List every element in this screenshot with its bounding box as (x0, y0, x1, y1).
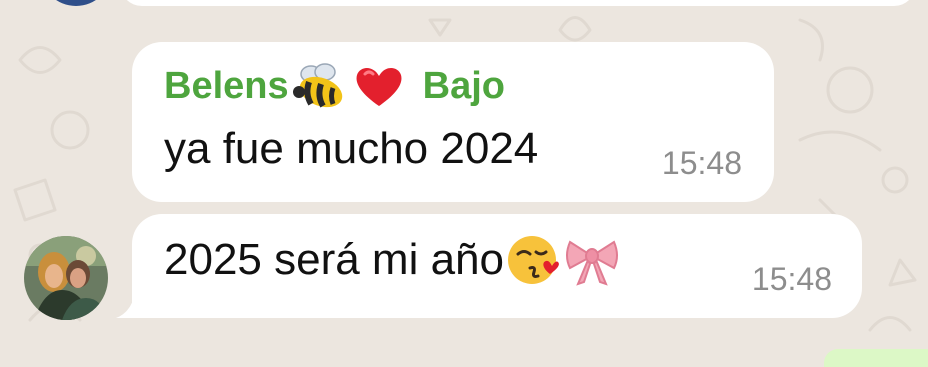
red-heart-icon (351, 62, 407, 110)
message-text: ya fue mucho 2024 (164, 124, 538, 174)
ribbon-graphic (566, 240, 618, 286)
bee-emoji-graphic (292, 63, 342, 108)
message-bubble[interactable]: Belens Bajo ya fue mucho 2024 15:48 (132, 42, 774, 202)
kissing-face-graphic (508, 236, 559, 284)
red-heart-graphic (356, 68, 402, 106)
avatar[interactable] (24, 236, 108, 320)
sender-name[interactable]: Belens Bajo (164, 62, 505, 110)
ribbon-icon (564, 234, 620, 286)
message-timestamp: 15:48 (661, 145, 742, 181)
kissing-face-icon (506, 234, 562, 286)
bee-icon (291, 62, 347, 110)
message-bubble[interactable]: 2025 será mi año 15:48 (132, 214, 862, 318)
sender-suffix-text: Bajo (422, 64, 505, 107)
message-text-content: 2025 será mi año (164, 235, 504, 284)
message-timestamp: 15:48 (751, 261, 832, 297)
message-text-content: ya fue mucho 2024 (164, 124, 539, 173)
sender-name-text: Belens (164, 64, 289, 107)
previous-message-bubble[interactable] (120, 0, 916, 6)
message-text: 2025 será mi año (164, 234, 620, 286)
outgoing-bubble-edge[interactable] (824, 349, 928, 367)
avatar-photo (24, 236, 108, 320)
